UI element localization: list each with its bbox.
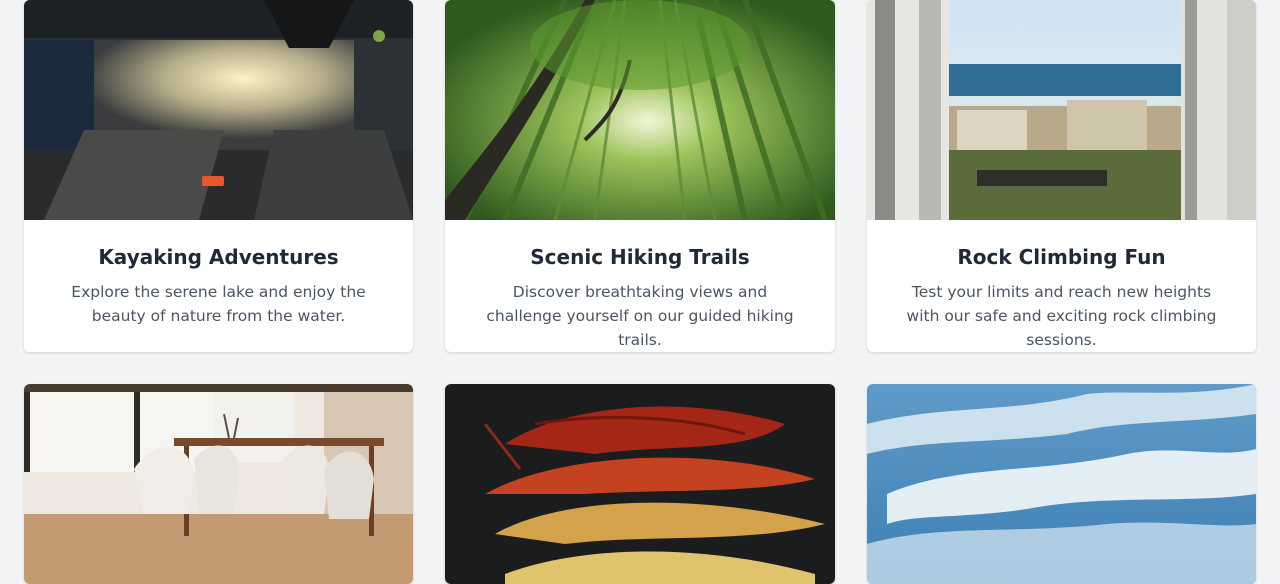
cloudy-sky-image: [867, 384, 1256, 584]
activity-card-grid: Kayaking Adventures Explore the serene l…: [24, 0, 1256, 584]
card-body: Kayaking Adventures Explore the serene l…: [24, 220, 413, 352]
bamboo-forest-image: [445, 0, 835, 220]
city-reflection-image: [24, 0, 413, 220]
autumn-leaves-image: [445, 384, 835, 584]
activity-card-4[interactable]: [24, 384, 413, 584]
activity-card-hiking[interactable]: Scenic Hiking Trails Discover breathtaki…: [445, 0, 835, 352]
activity-card-kayaking[interactable]: Kayaking Adventures Explore the serene l…: [24, 0, 413, 352]
card-body: Scenic Hiking Trails Discover breathtaki…: [445, 220, 835, 352]
dining-room-image: [24, 384, 413, 584]
card-description: Discover breathtaking views and challeng…: [486, 283, 794, 349]
activity-card-climbing[interactable]: Rock Climbing Fun Test your limits and r…: [867, 0, 1256, 352]
card-title: Rock Climbing Fun: [957, 245, 1166, 269]
activity-card-6[interactable]: [867, 384, 1256, 584]
ocean-buildings-image: [867, 0, 1256, 220]
activity-card-5[interactable]: [445, 384, 835, 584]
card-title: Scenic Hiking Trails: [530, 245, 750, 269]
card-body: Rock Climbing Fun Test your limits and r…: [867, 220, 1256, 352]
card-title: Kayaking Adventures: [98, 245, 339, 269]
card-description: Test your limits and reach new heights w…: [906, 283, 1217, 349]
card-description: Explore the serene lake and enjoy the be…: [71, 283, 366, 325]
